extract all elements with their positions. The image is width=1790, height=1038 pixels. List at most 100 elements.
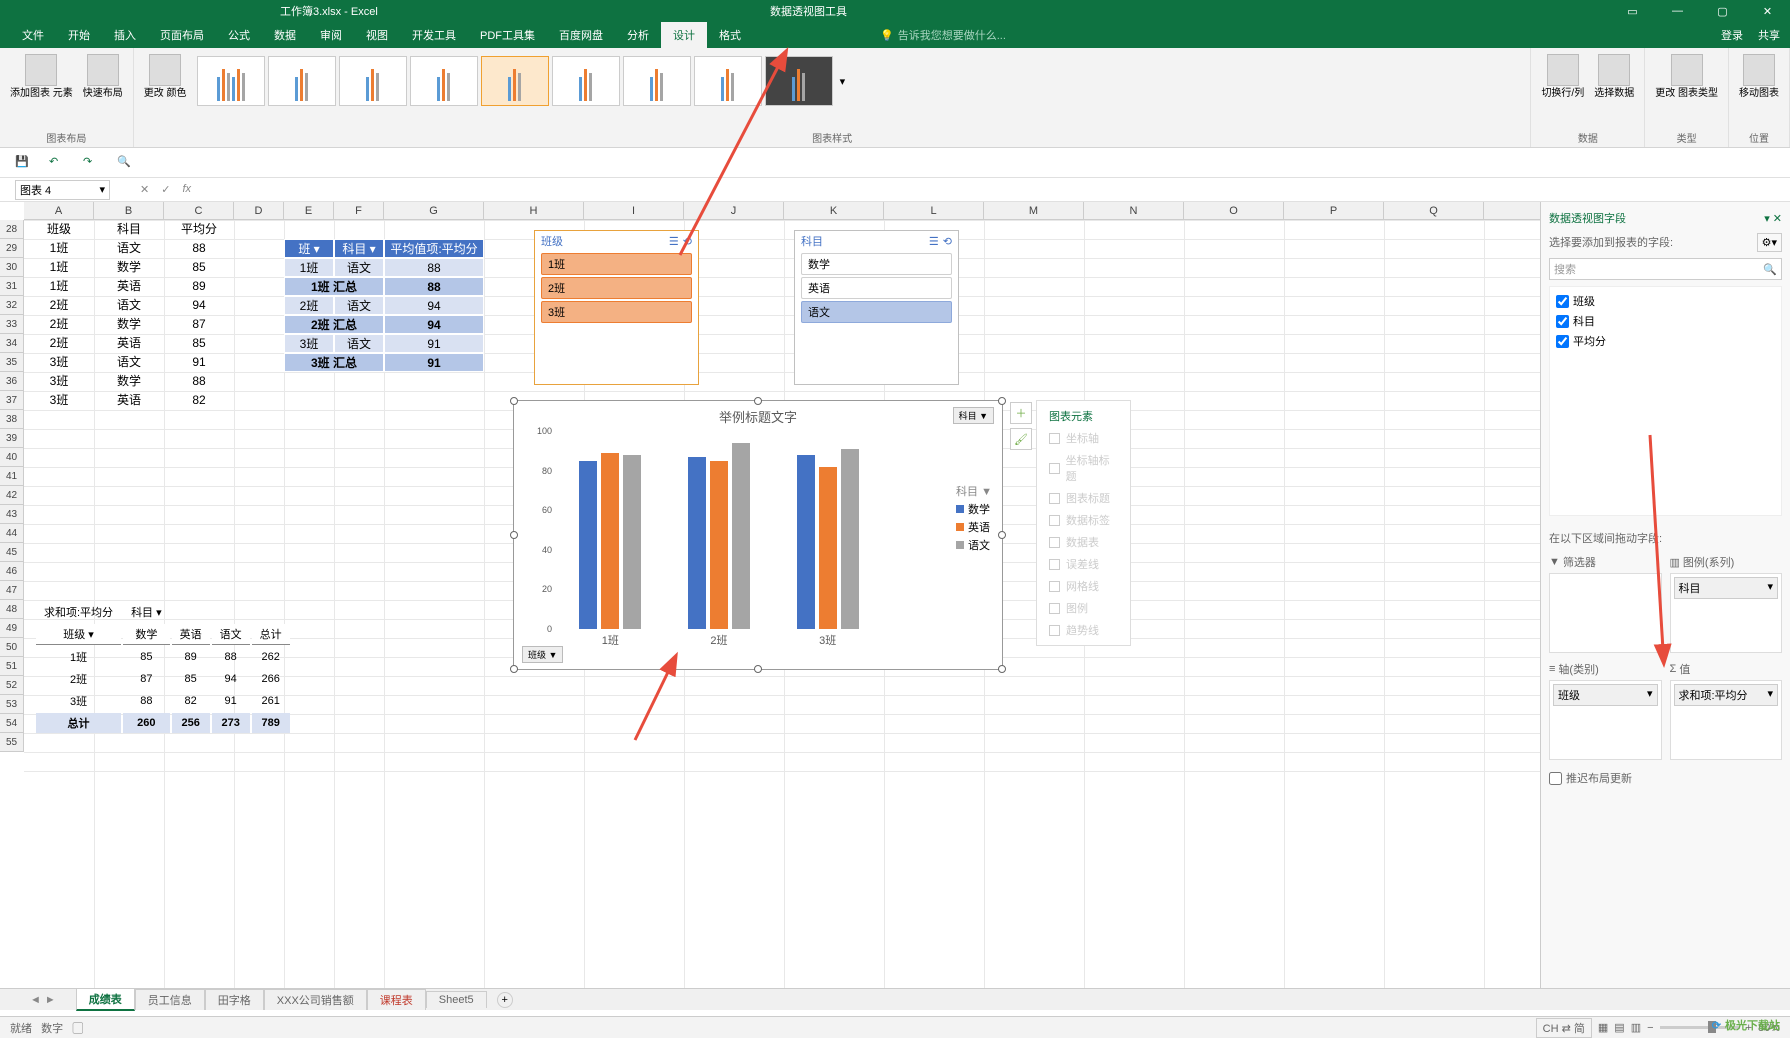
resize-handle[interactable] (998, 531, 1006, 539)
add-chart-element-button[interactable]: 添加图表 元素 (6, 52, 77, 102)
tab-design[interactable]: 设计 (661, 22, 707, 48)
pivot-cell[interactable]: 88 (384, 258, 484, 277)
pivot-cell[interactable]: 1班 汇总 (284, 277, 384, 296)
slicer-item[interactable]: 3班 (541, 301, 692, 323)
row-header[interactable]: 47 (0, 581, 23, 600)
pivot-cell[interactable]: 3班 (284, 334, 334, 353)
checkbox-icon[interactable] (1049, 581, 1060, 592)
change-colors-button[interactable]: 更改 颜色 (140, 52, 191, 102)
checkbox-icon[interactable] (1049, 515, 1060, 526)
legend-item[interactable]: 数学 (956, 501, 992, 517)
slicer-item[interactable]: 2班 (541, 277, 692, 299)
pivot-cell[interactable]: 语文 (334, 258, 384, 277)
chart-elements-button[interactable]: ＋ (1010, 402, 1032, 424)
chart-style-3[interactable] (339, 56, 407, 106)
row-header[interactable]: 45 (0, 543, 23, 562)
resize-handle[interactable] (510, 397, 518, 405)
pivot-cell[interactable]: 2班 (284, 296, 334, 315)
view-normal-icon[interactable]: ▦ (1598, 1021, 1608, 1034)
bar[interactable] (841, 449, 859, 629)
bar[interactable] (601, 453, 619, 629)
col-header[interactable]: K (784, 202, 884, 219)
cell[interactable]: 82 (164, 391, 234, 410)
field-item[interactable]: 平均分 (1554, 331, 1777, 351)
summary-pivot-table[interactable]: 求和项:平均分科目 ▾班级 ▾数学英语语文总计1班8589882622班8785… (34, 600, 292, 735)
col-header[interactable]: O (1184, 202, 1284, 219)
area-filters[interactable]: ▼筛选器 (1549, 554, 1662, 653)
cell[interactable]: 数学 (94, 258, 164, 277)
cell[interactable]: 语文 (94, 296, 164, 315)
row-header[interactable]: 50 (0, 638, 23, 657)
row-header[interactable]: 52 (0, 676, 23, 695)
area-legend[interactable]: ▥图例(系列)科目▾ (1670, 554, 1783, 653)
row-header[interactable]: 34 (0, 334, 23, 353)
chart-style-4[interactable] (410, 56, 478, 106)
switch-rowcol-button[interactable]: 切换行/列 (1537, 52, 1588, 102)
select-data-button[interactable]: 选择数据 (1590, 52, 1638, 102)
sheet-tab[interactable]: 员工信息 (135, 989, 205, 1010)
legend-item[interactable]: 语文 (956, 537, 992, 553)
clear-filter-icon[interactable]: ⟲ (683, 235, 692, 248)
pivot-cell[interactable]: 科目 ▾ (334, 239, 384, 258)
field-checkbox[interactable] (1556, 295, 1569, 308)
chart-style-2[interactable] (268, 56, 336, 106)
ribbon-options-icon[interactable]: ▭ (1610, 0, 1655, 22)
cell[interactable]: 英语 (94, 334, 164, 353)
row-header[interactable]: 49 (0, 619, 23, 638)
maximize-button[interactable]: ▢ (1700, 0, 1745, 22)
tab-home[interactable]: 开始 (56, 22, 102, 48)
gear-icon[interactable]: ⚙▾ (1757, 233, 1782, 252)
sheet-tab[interactable]: 成绩表 (76, 988, 135, 1011)
cell[interactable]: 2班 (24, 315, 94, 334)
field-item[interactable]: 科目 (1554, 311, 1777, 331)
cell[interactable]: 87 (164, 315, 234, 334)
tab-pdf[interactable]: PDF工具集 (468, 22, 547, 48)
cell[interactable]: 91 (164, 353, 234, 372)
add-sheet-button[interactable]: + (497, 992, 513, 1008)
col-header[interactable]: G (384, 202, 484, 219)
chart-style-5[interactable] (481, 56, 549, 106)
tab-layout[interactable]: 页面布局 (148, 22, 216, 48)
defer-checkbox[interactable] (1549, 772, 1562, 785)
col-header[interactable]: E (284, 202, 334, 219)
cancel-icon[interactable]: ✕ (140, 183, 149, 196)
pivot-cell[interactable]: 88 (384, 277, 484, 296)
tab-review[interactable]: 审阅 (308, 22, 354, 48)
pivot-cell[interactable]: 平均值项:平均分 (384, 239, 484, 258)
col-header[interactable]: P (1284, 202, 1384, 219)
row-header[interactable]: 53 (0, 695, 23, 714)
tab-prev-icon[interactable]: ◄ (30, 994, 41, 1006)
chart-elements-menu[interactable]: 图表元素 坐标轴 坐标轴标题 图表标题 数据标签 数据表 误差线 网格线 图例 … (1036, 400, 1131, 646)
row-header[interactable]: 28 (0, 220, 23, 239)
chart-style-7[interactable] (623, 56, 691, 106)
bar[interactable] (797, 455, 815, 629)
area-item[interactable]: 求和项:平均分▾ (1674, 684, 1779, 706)
chart-styles-button[interactable]: 🖌 (1010, 428, 1032, 450)
tab-next-icon[interactable]: ► (45, 994, 56, 1006)
row-header[interactable]: 37 (0, 391, 23, 410)
bar[interactable] (710, 461, 728, 629)
row-header[interactable]: 48 (0, 600, 23, 619)
checkbox-icon[interactable] (1049, 463, 1060, 474)
enter-icon[interactable]: ✓ (161, 183, 170, 196)
cell[interactable]: 1班 (24, 239, 94, 258)
tab-formulas[interactable]: 公式 (216, 22, 262, 48)
row-header[interactable]: 41 (0, 467, 23, 486)
resize-handle[interactable] (754, 665, 762, 673)
pivot-cell[interactable]: 94 (384, 315, 484, 334)
cell[interactable]: 平均分 (164, 220, 234, 239)
pivot-cell[interactable]: 94 (384, 296, 484, 315)
cell[interactable]: 85 (164, 258, 234, 277)
name-box[interactable]: 图表 4▾ (15, 180, 110, 200)
quick-layout-button[interactable]: 快速布局 (79, 52, 127, 102)
col-header[interactable]: Q (1384, 202, 1484, 219)
checkbox-icon[interactable] (1049, 433, 1060, 444)
pivot-cell[interactable]: 3班 汇总 (284, 353, 384, 372)
ime-indicator[interactable]: CH ⇄ 简 (1536, 1018, 1592, 1038)
axis-field-button[interactable]: 班级 ▼ (522, 646, 563, 663)
slicer-item[interactable]: 1班 (541, 253, 692, 275)
chart-style-6[interactable] (552, 56, 620, 106)
resize-handle[interactable] (998, 665, 1006, 673)
area-item[interactable]: 班级▾ (1553, 684, 1658, 706)
row-header[interactable]: 30 (0, 258, 23, 277)
